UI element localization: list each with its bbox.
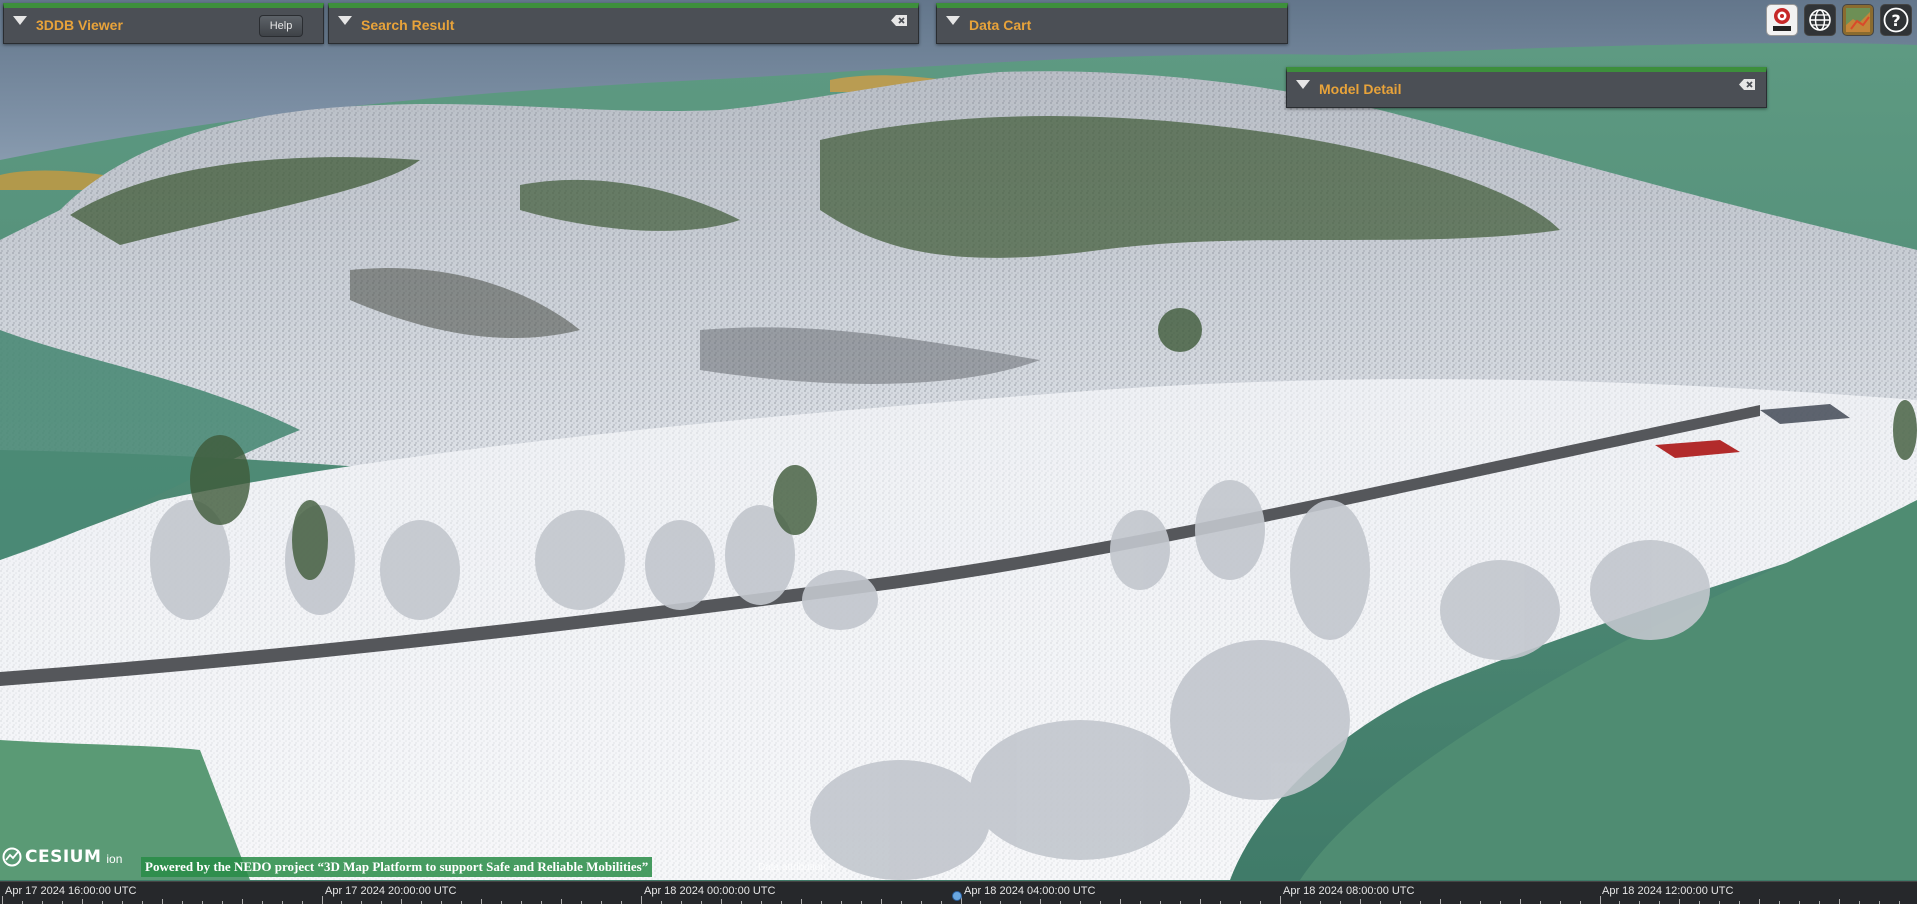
help-icon: ? [1883, 7, 1909, 33]
timeline-tick [800, 899, 802, 904]
timeline-tick [321, 896, 323, 904]
timeline-tick [1759, 899, 1761, 904]
timeline-tick [641, 896, 642, 904]
viewer-panel[interactable]: 3DDB Viewer Help [3, 3, 324, 44]
timeline-tick [1120, 899, 1122, 904]
model-detail-title: Model Detail [1319, 80, 1402, 97]
map-button[interactable] [1842, 4, 1874, 36]
search-result-panel[interactable]: Search Result [328, 3, 919, 44]
data-cart-panel[interactable]: Data Cart [936, 3, 1288, 44]
timeline-tick [561, 899, 563, 904]
timeline-tick [161, 899, 163, 904]
timeline-tick [1280, 896, 1281, 904]
collapse-triangle-icon[interactable] [338, 16, 352, 25]
cesium-ion-text: ion [106, 851, 123, 866]
globe-icon [1809, 9, 1831, 31]
timeline-label: Apr 18 2024 04:00:00 UTC [964, 885, 1096, 897]
timeline-tick [1519, 899, 1521, 904]
timeline-tick [1599, 896, 1601, 904]
search-result-title: Search Result [361, 16, 455, 33]
help-button[interactable]: Help [259, 15, 303, 37]
data-attribution-link[interactable]: Data attribution [758, 862, 826, 873]
timeline-tick [1040, 899, 1042, 904]
timeline-label: Apr 17 2024 20:00:00 UTC [325, 885, 457, 897]
model-detail-panel[interactable]: Model Detail [1286, 67, 1767, 108]
timeline-tick [401, 899, 403, 904]
close-icon[interactable] [891, 14, 908, 27]
data-cart-title: Data Cart [969, 16, 1032, 33]
timeline-tick [481, 899, 483, 904]
collapse-triangle-icon[interactable] [946, 16, 960, 25]
timeline-tick [2, 896, 3, 904]
collapse-triangle-icon[interactable] [1296, 80, 1310, 89]
cesium-logo-text: CESIUM [25, 847, 102, 867]
timeline-tick [1679, 899, 1681, 904]
globe-button[interactable] [1804, 4, 1836, 36]
timeline-label: Apr 17 2024 16:00:00 UTC [5, 885, 137, 897]
help-icon-button[interactable]: ? [1880, 4, 1912, 36]
collapse-triangle-icon[interactable] [13, 16, 27, 25]
aist-logo-button[interactable] [1766, 4, 1798, 36]
point-cloud-terrain [0, 43, 1917, 904]
toolbar: ? [1766, 4, 1912, 36]
timeline-tick [1439, 899, 1441, 904]
timeline-tick [720, 899, 722, 904]
timeline-label: Apr 18 2024 12:00:00 UTC [1602, 885, 1734, 897]
timeline[interactable]: Apr 17 2024 16:00:00 UTC Apr 17 2024 20:… [0, 881, 1917, 904]
timeline-tick [1839, 899, 1841, 904]
timeline-tick [241, 899, 243, 904]
timeline-label: Apr 18 2024 08:00:00 UTC [1283, 885, 1415, 897]
timeline-needle[interactable] [952, 891, 962, 901]
timeline-tick [1359, 899, 1361, 904]
timeline-tick [81, 899, 83, 904]
timeline-tick [880, 899, 882, 904]
map-icon [1846, 8, 1870, 32]
cesium-logo-icon [2, 847, 22, 867]
nedo-credit[interactable]: Powered by the NEDO project “3D Map Plat… [141, 857, 653, 877]
svg-text:?: ? [1891, 11, 1900, 30]
cesium-logo[interactable]: CESIUM ion [2, 846, 122, 868]
aist-logo-icon [1773, 8, 1791, 31]
cesium-3d-viewport[interactable] [0, 0, 1917, 904]
timeline-tick [1200, 899, 1202, 904]
timeline-label: Apr 18 2024 00:00:00 UTC [644, 885, 776, 897]
close-icon[interactable] [1739, 78, 1756, 91]
viewer-panel-title: 3DDB Viewer [36, 16, 123, 33]
